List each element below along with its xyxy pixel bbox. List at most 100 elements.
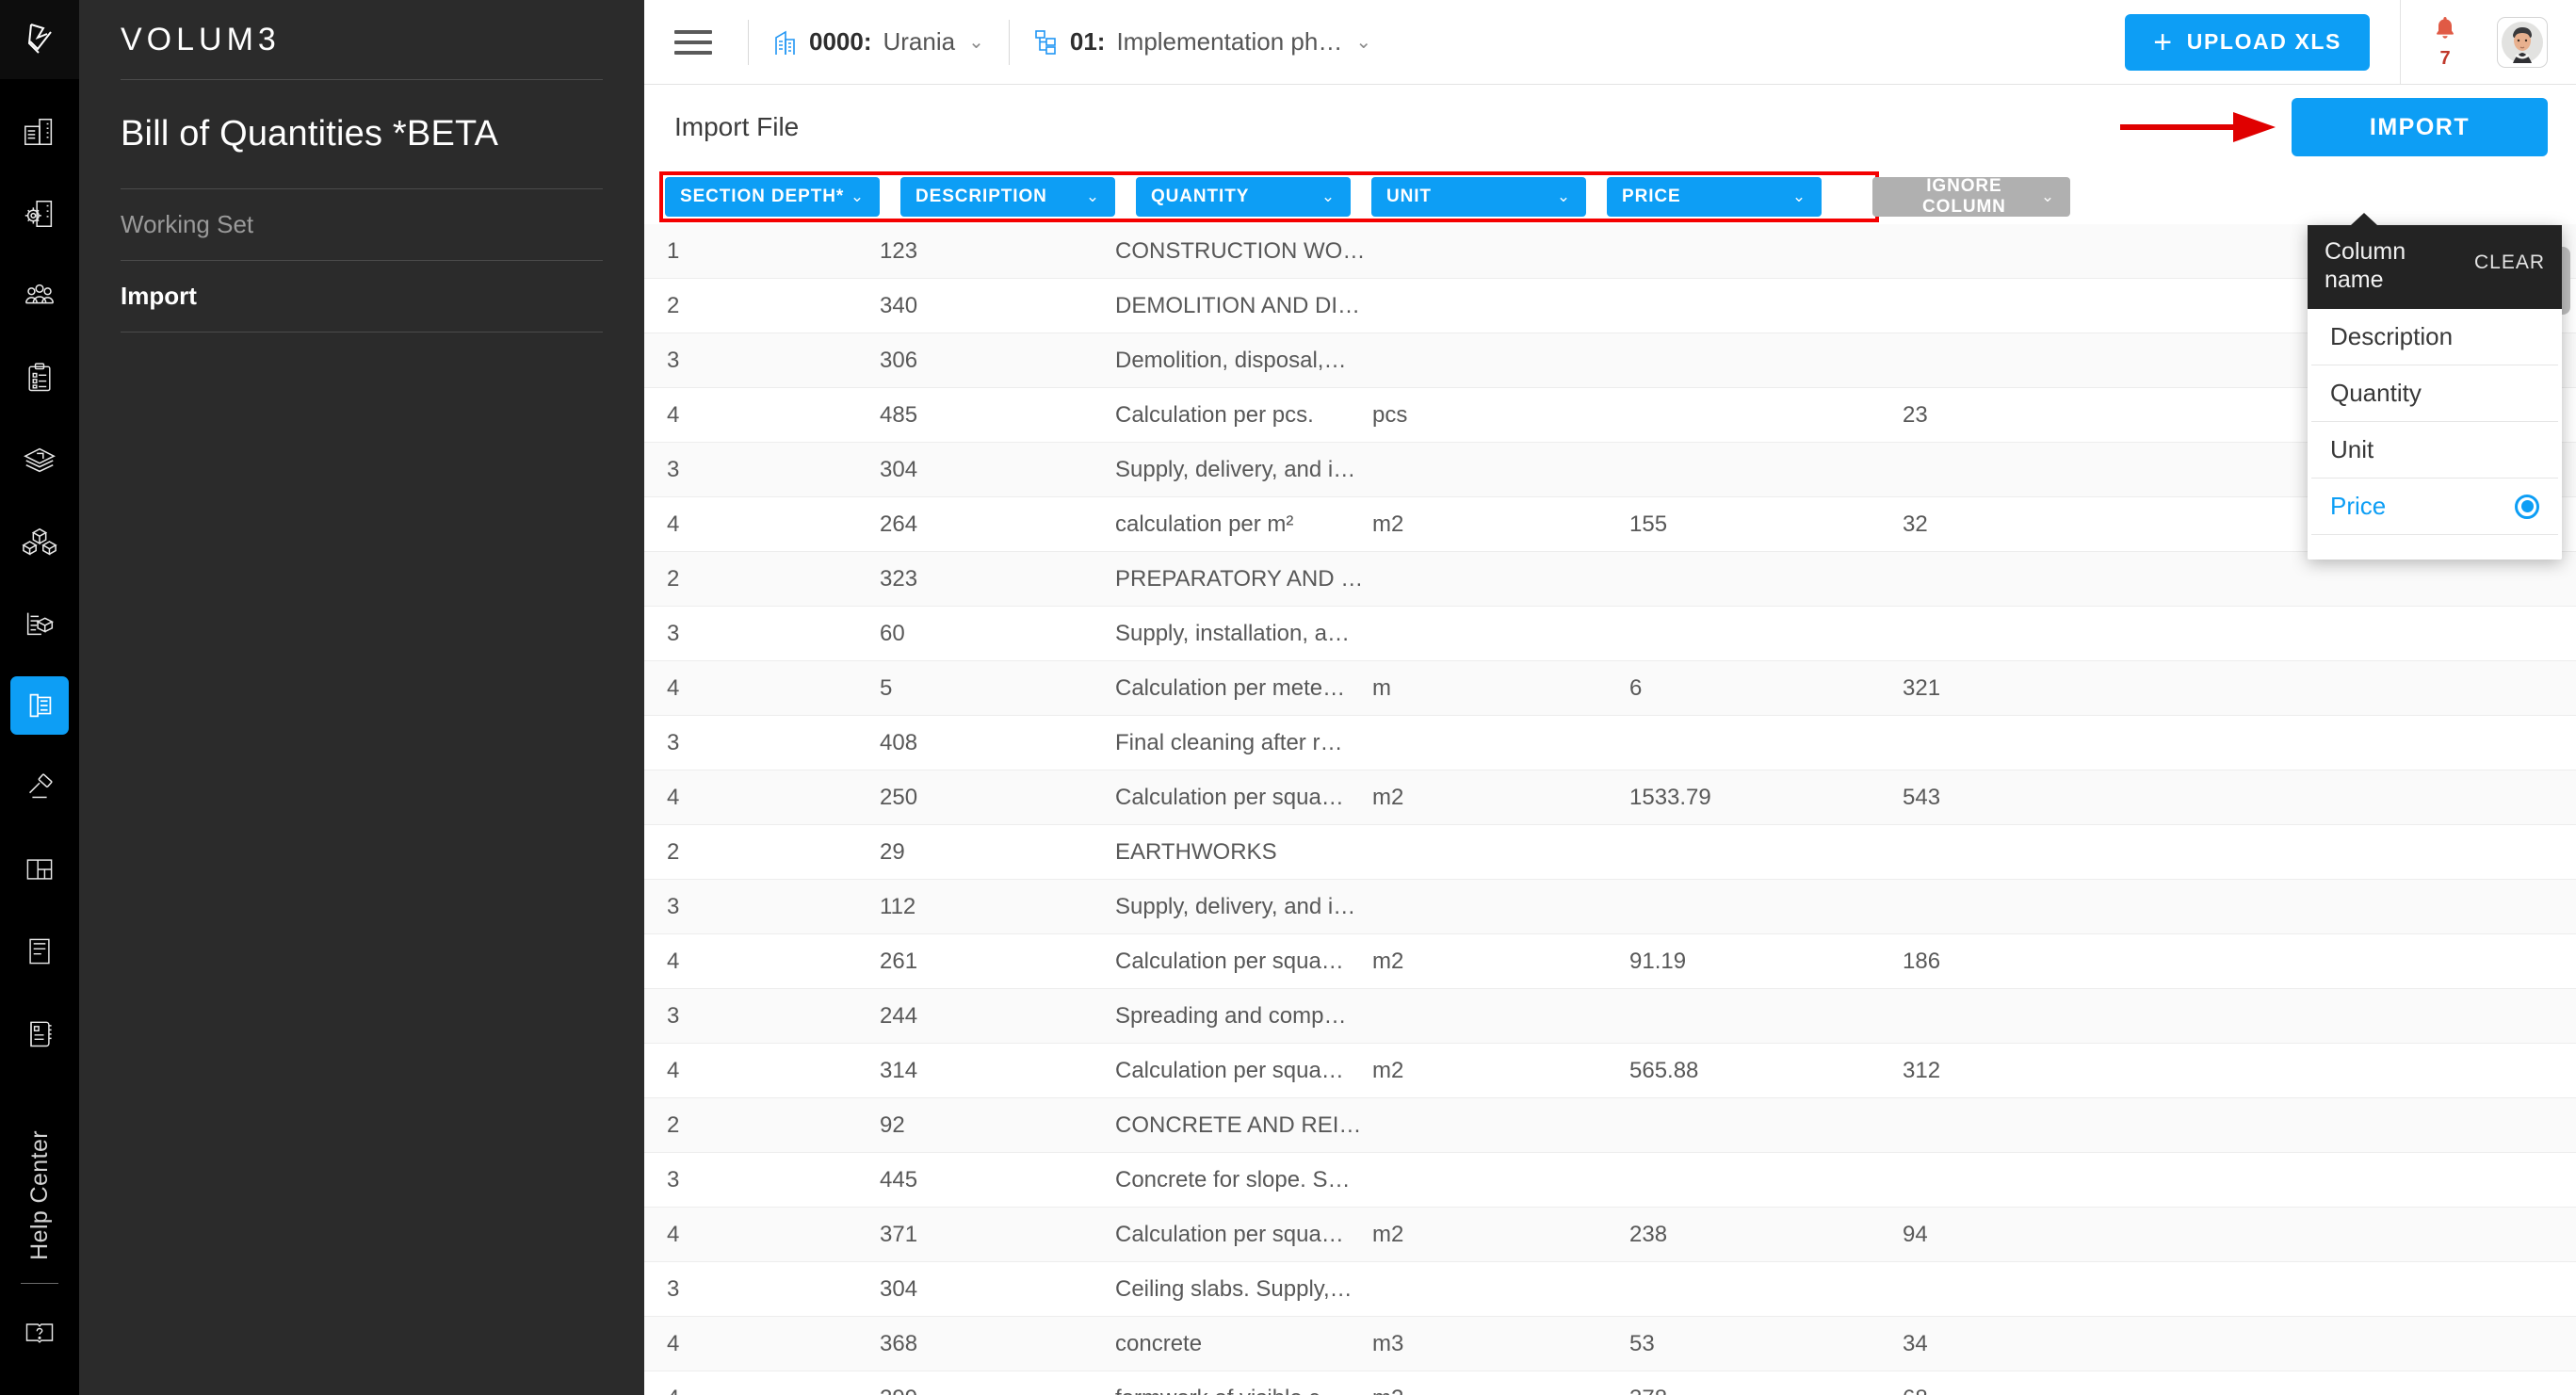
import-button[interactable]: IMPORT	[2292, 98, 2548, 156]
sidebar-item-catalog[interactable]	[10, 594, 69, 653]
table-row[interactable]: 4 314 Calculation per squa… m2 565.88 312	[644, 1044, 2576, 1098]
table-row[interactable]: 2 92 CONCRETE AND REI…	[644, 1098, 2576, 1153]
breadcrumb-project-name: Urania	[883, 27, 956, 56]
sidebar-item-team[interactable]	[10, 267, 69, 325]
notebook-icon	[23, 1016, 57, 1050]
column-map-unit[interactable]: UNIT ⌄	[1371, 177, 1586, 217]
table-row[interactable]: 4 485 Calculation per pcs. pcs 23	[644, 388, 2576, 443]
table-row[interactable]: 3 304 Ceiling slabs. Supply,…	[644, 1262, 2576, 1317]
clear-button[interactable]: CLEAR	[2474, 251, 2545, 274]
sidebar-item-tasks[interactable]	[10, 349, 69, 407]
sidebar-item-import[interactable]: Import	[79, 261, 644, 332]
table-cell-depth: 3	[667, 347, 680, 373]
breadcrumb-project[interactable]: 0000: Urania ⌄	[753, 27, 1005, 57]
sidebar-item-building-settings[interactable]	[10, 185, 69, 243]
table-cell-code: 314	[880, 1057, 918, 1083]
help-button[interactable]	[13, 1308, 66, 1361]
table-row[interactable]: 3 304 Supply, delivery, and i…	[644, 443, 2576, 497]
column-map-quantity[interactable]: QUANTITY ⌄	[1136, 177, 1351, 217]
table-cell-qty: 238	[1629, 1221, 1668, 1247]
table-cell-qty: 6	[1629, 674, 1643, 701]
column-mapping-buttons: SECTION DEPTH* ⌄ DESCRIPTION ⌄ QUANTITY …	[644, 170, 2576, 224]
help-divider	[21, 1283, 58, 1284]
dropdown-option-quantity[interactable]: Quantity	[2311, 365, 2558, 422]
dropdown-option-unit[interactable]: Unit	[2311, 422, 2558, 479]
hamburger-icon[interactable]	[674, 24, 712, 61]
table-cell-desc: Calculation per squa…	[1115, 784, 1344, 810]
sidebar-item-elements[interactable]	[10, 512, 69, 571]
sidebar-item-working-set[interactable]: Working Set	[79, 189, 644, 260]
table-row[interactable]: 3 408 Final cleaning after r…	[644, 716, 2576, 770]
table-cell-depth: 4	[667, 1221, 680, 1247]
table-row[interactable]: 4 250 Calculation per squa… m2 1533.79 543	[644, 770, 2576, 825]
table-row[interactable]: 3 306 Demolition, disposal,…	[644, 333, 2576, 388]
breadcrumb-phase[interactable]: 01: Implementation ph… ⌄	[1013, 27, 1392, 57]
table-row[interactable]: 1 123 CONSTRUCTION WO…	[644, 224, 2576, 279]
table-row[interactable]: 3 60 Supply, installation, a…	[644, 607, 2576, 661]
table-cell-code: 92	[880, 1111, 905, 1138]
table-cell-price: 32	[1903, 511, 1928, 537]
breadcrumb-project-number: 0000:	[809, 27, 872, 56]
table-row[interactable]: 4 261 Calculation per squa… m2 91.19 186	[644, 934, 2576, 989]
table-cell-code: 123	[880, 237, 918, 264]
chevron-down-icon[interactable]: ⌄	[1355, 30, 1371, 54]
side-panel: VOLUM3 Bill of Quantities *BETA Working …	[79, 0, 644, 1395]
table-row[interactable]: 3 112 Supply, delivery, and i…	[644, 880, 2576, 934]
table-cell-price: 23	[1903, 401, 1928, 428]
sidebar-item-layers[interactable]	[10, 430, 69, 489]
table-cell-unit: m2	[1372, 511, 1404, 537]
sub-header-right: IMPORT	[2120, 98, 2576, 156]
sidebar-item-tenders[interactable]	[10, 758, 69, 817]
table-row[interactable]: 4 371 Calculation per squa… m2 238 94	[644, 1208, 2576, 1262]
main-content: 0000: Urania ⌄ 01: Implementation ph… ⌄	[644, 0, 2576, 1395]
table-cell-depth: 1	[667, 237, 680, 264]
column-map-description[interactable]: DESCRIPTION ⌄	[900, 177, 1115, 217]
table-row[interactable]: 2 340 DEMOLITION AND DI…	[644, 279, 2576, 333]
sidebar-item-layouts[interactable]	[10, 840, 69, 899]
table-cell-depth: 3	[667, 1166, 680, 1192]
sidebar-item-reports[interactable]	[10, 922, 69, 981]
table-cell-unit: m2	[1372, 1221, 1404, 1247]
table-row[interactable]: 2 323 PREPARATORY AND …	[644, 552, 2576, 607]
dropdown-option-price[interactable]: Price	[2311, 479, 2558, 535]
sidebar-item-notebook[interactable]	[10, 1004, 69, 1062]
table-row[interactable]: 3 244 Spreading and comp…	[644, 989, 2576, 1044]
brand-logo[interactable]: VOLUM3	[79, 0, 644, 79]
upload-xls-button[interactable]: + UPLOAD XLS	[2125, 13, 2370, 71]
column-name-dropdown: Column name CLEAR Description Quantity U…	[2308, 213, 2562, 560]
table-cell-unit: m	[1372, 674, 1391, 701]
table-cell-depth: 2	[667, 838, 680, 865]
table-cell-depth: 3	[667, 893, 680, 919]
sidebar-item-bill-of-quantities[interactable]	[10, 676, 69, 735]
table-row[interactable]: 4 264 calculation per m² m2 155 32	[644, 497, 2576, 552]
column-map-section-depth[interactable]: SECTION DEPTH* ⌄	[665, 177, 880, 217]
chevron-down-icon: ⌄	[850, 187, 865, 205]
table-row[interactable]: 2 29 EARTHWORKS	[644, 825, 2576, 880]
top-bar: 0000: Urania ⌄ 01: Implementation ph… ⌄	[644, 0, 2576, 85]
volum3-logo-icon[interactable]	[0, 0, 79, 79]
column-map-ignore[interactable]: IGNORE COLUMN ⌄	[1872, 176, 2070, 217]
notifications-button[interactable]: 7	[2431, 14, 2459, 70]
sidebar-item-buildings[interactable]	[10, 103, 69, 161]
table-row[interactable]: 3 445 Concrete for slope. S…	[644, 1153, 2576, 1208]
table-cell-qty: 53	[1629, 1330, 1655, 1356]
table-cell-desc: Spreading and comp…	[1115, 1002, 1347, 1029]
document-cube-icon	[22, 606, 57, 641]
breadcrumb-phase-number: 01:	[1069, 27, 1106, 56]
breadcrumb-separator-1	[748, 19, 749, 65]
dropdown-option-description[interactable]: Description	[2311, 309, 2558, 365]
table-cell-desc: Final cleaning after r…	[1115, 729, 1343, 755]
table-row[interactable]: 4299formwork of visible c…m237868	[644, 1371, 2576, 1395]
table-cell-price: 312	[1903, 1057, 1941, 1083]
help-center-label[interactable]: Help Center	[26, 1130, 54, 1260]
avatar[interactable]	[2497, 16, 2548, 68]
chevron-down-icon[interactable]: ⌄	[968, 30, 984, 54]
table-cell-desc: Demolition, disposal,…	[1115, 347, 1347, 373]
table-row[interactable]: 4 5 Calculation per mete… m 6 321	[644, 661, 2576, 716]
table-row[interactable]: 4 368 concrete m3 53 34	[644, 1317, 2576, 1371]
column-map-price[interactable]: PRICE ⌄	[1607, 177, 1822, 217]
dropdown-header: Column name CLEAR	[2308, 225, 2562, 309]
table-cell-desc: calculation per m²	[1115, 511, 1294, 537]
table-cell-depth: 4	[667, 674, 680, 701]
table-cell-desc: CONCRETE AND REI…	[1115, 1111, 1362, 1138]
